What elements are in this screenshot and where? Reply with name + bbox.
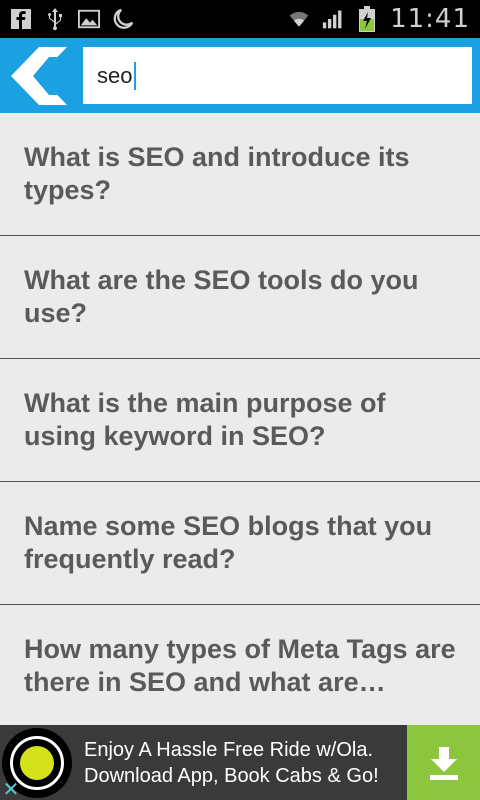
- status-right-icons: 11:41: [288, 4, 470, 34]
- ad-text: Enjoy A Hassle Free Ride w/Ola. Download…: [84, 737, 407, 789]
- result-list: What is SEO and introduce its types? Wha…: [0, 113, 480, 725]
- facebook-icon: [10, 8, 32, 30]
- status-time: 11:41: [390, 4, 470, 34]
- ad-banner[interactable]: Enjoy A Hassle Free Ride w/Ola. Download…: [0, 725, 480, 800]
- list-item-text: What is the main purpose of using keywor…: [24, 388, 386, 451]
- ad-close-icon[interactable]: ✕: [0, 777, 22, 800]
- ad-line-2: Download App, Book Cabs & Go!: [84, 764, 379, 787]
- list-item-text: What are the SEO tools do you use?: [24, 265, 419, 328]
- list-item[interactable]: Name some SEO blogs that you frequently …: [0, 482, 480, 605]
- list-item[interactable]: What are the SEO tools do you use?: [0, 236, 480, 359]
- status-bar: 11:41: [0, 0, 480, 38]
- list-item[interactable]: What is the main purpose of using keywor…: [0, 359, 480, 482]
- list-item-text: What is SEO and introduce its types?: [24, 142, 410, 205]
- back-button[interactable]: [0, 38, 78, 113]
- back-arrow-icon: [11, 46, 67, 105]
- list-item-text: Name some SEO blogs that you frequently …: [24, 511, 433, 574]
- list-item-text: How many types of Meta Tags are there in…: [24, 634, 456, 697]
- wifi-icon: [288, 8, 310, 30]
- ad-line-1: Enjoy A Hassle Free Ride w/Ola.: [84, 738, 374, 761]
- download-button[interactable]: [407, 725, 480, 800]
- search-input[interactable]: [83, 47, 472, 104]
- search-header: [0, 38, 480, 113]
- list-item[interactable]: How many types of Meta Tags are there in…: [0, 605, 480, 725]
- signal-icon: [322, 8, 344, 30]
- list-item[interactable]: What is SEO and introduce its types?: [0, 113, 480, 236]
- image-icon: [78, 8, 100, 30]
- text-cursor: [134, 62, 136, 90]
- usb-icon: [44, 8, 66, 31]
- download-icon: [429, 746, 458, 780]
- moon-icon: [112, 8, 134, 30]
- status-left-icons: [10, 8, 134, 31]
- battery-charging-icon: [356, 6, 378, 32]
